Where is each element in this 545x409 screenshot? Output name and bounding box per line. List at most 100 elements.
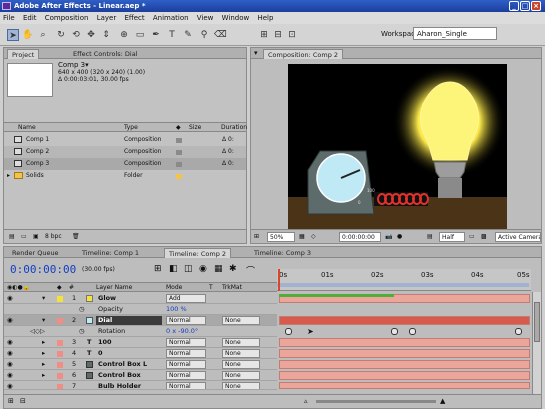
rotate-tool-icon[interactable]: ↻	[55, 29, 67, 41]
eraser-tool-icon[interactable]: ⌫	[214, 29, 227, 41]
label-color-swatch[interactable]	[57, 296, 63, 302]
hide-shy-layers-icon[interactable]: ◉	[199, 264, 207, 274]
project-item-row[interactable]: ▸ Solids Folder	[4, 170, 246, 182]
eye-icon[interactable]: ◉	[7, 381, 13, 389]
twirl-closed-icon[interactable]: ▸	[42, 370, 45, 381]
scrollbar-thumb[interactable]	[534, 302, 540, 342]
new-folder-icon[interactable]: ▭	[21, 230, 27, 243]
layer-duration-bar[interactable]	[279, 316, 530, 325]
zoom-out-icon[interactable]: ▵	[304, 397, 308, 405]
keyframe-icon[interactable]	[285, 328, 292, 335]
resolution-select[interactable]: Half	[439, 232, 465, 242]
track-matte-select[interactable]: None	[222, 371, 260, 380]
property-row-opacity[interactable]: ◷ Opacity 100 %	[4, 304, 277, 315]
layer-name[interactable]: Dial	[96, 316, 162, 325]
blend-mode-select[interactable]: Normal	[166, 382, 206, 389]
snapshot-icon[interactable]: 📷	[385, 230, 392, 243]
tab-timeline-comp-1[interactable]: Timeline: Comp 1	[78, 248, 143, 258]
expand-modes-icon[interactable]: ⊟	[20, 397, 26, 405]
menu-file[interactable]: File	[3, 14, 15, 22]
menu-animation[interactable]: Animation	[153, 14, 189, 22]
pan-behind-icon[interactable]: ⊕	[118, 29, 130, 41]
label-color-swatch[interactable]	[57, 373, 63, 379]
layer-duration-bar[interactable]	[279, 338, 530, 347]
tab-render-queue[interactable]: Render Queue	[8, 248, 63, 258]
track-matte-select[interactable]: None	[222, 382, 260, 389]
zoom-slider[interactable]	[316, 400, 436, 403]
twirl-closed-icon[interactable]: ▸	[42, 348, 45, 359]
layer-row-0[interactable]: ◉ ▸ 4 T 0 Normal None	[4, 348, 277, 359]
current-timecode[interactable]: 0:00:00:00	[10, 263, 76, 276]
twirl-open-icon[interactable]: ▾	[42, 293, 45, 304]
world-axis-icon[interactable]: ⊟	[272, 29, 284, 41]
pen-tool-icon[interactable]: ✒	[150, 29, 162, 41]
expand-triangle-icon[interactable]: ▸	[7, 170, 10, 182]
property-row-rotation[interactable]: ◁◇▷ ◷ Rotation 0 x -90.0°	[4, 326, 277, 337]
tab-timeline-comp-2[interactable]: Timeline: Comp 2	[164, 248, 232, 258]
label-color-swatch[interactable]	[57, 340, 63, 346]
keyframe-nav-icon[interactable]: ◁◇▷	[30, 326, 45, 337]
tab-project[interactable]: Project	[7, 49, 40, 59]
workspace-select[interactable]: Aharon_Single	[413, 27, 497, 40]
label-color-swatch[interactable]	[57, 318, 63, 324]
project-item-row[interactable]: Comp 3 Composition Δ 0:	[4, 158, 246, 170]
layer-row-dial[interactable]: ◉ ▾ 2 Dial Normal None	[4, 315, 277, 326]
live-update-icon[interactable]: ◧	[169, 264, 178, 274]
menu-window[interactable]: Window	[222, 14, 250, 22]
keyframe-icon[interactable]	[409, 328, 416, 335]
zoom-in-icon[interactable]: ▲	[440, 397, 445, 405]
view-axis-icon[interactable]: ⊡	[286, 29, 298, 41]
track-matte-select[interactable]: None	[222, 349, 260, 358]
tab-composition[interactable]: Composition: Comp 2	[263, 49, 344, 59]
menu-composition[interactable]: Composition	[45, 14, 89, 22]
show-channel-icon[interactable]: ●	[397, 230, 402, 243]
col-type[interactable]: Type	[124, 123, 138, 132]
layer-row-100[interactable]: ◉ ▸ 3 T 100 Normal None	[4, 337, 277, 348]
track-z-camera-icon[interactable]: ⇕	[100, 29, 112, 41]
local-axis-icon[interactable]: ⊞	[258, 29, 270, 41]
bpc-label[interactable]: 8 bpc	[45, 230, 62, 243]
layer-row-control-box-l[interactable]: ◉ ▸ 5 Control Box L Normal None	[4, 359, 277, 370]
eye-icon[interactable]: ◉	[7, 337, 13, 348]
label-color-swatch[interactable]	[57, 384, 63, 389]
track-matte-select[interactable]: None	[222, 360, 260, 369]
layer-row-control-box[interactable]: ◉ ▸ 6 Control Box Normal None	[4, 370, 277, 381]
twirl-open-icon[interactable]: ▾	[42, 315, 45, 326]
time-ruler[interactable]: 0s 01s 02s 03s 04s 05s	[277, 269, 531, 291]
layer-name[interactable]: Control Box	[98, 370, 141, 381]
layer-duration-bar[interactable]	[279, 371, 530, 380]
blend-mode-select[interactable]: Normal	[166, 349, 206, 358]
layer-duration-bar[interactable]	[279, 349, 530, 358]
keyframe-icon[interactable]	[515, 328, 522, 335]
transparency-grid-icon[interactable]: ▩	[481, 230, 487, 243]
stopwatch-icon[interactable]: ◷	[79, 304, 85, 315]
col-layer-name[interactable]: Layer Name	[96, 283, 132, 292]
eye-icon[interactable]: ◉	[7, 370, 13, 381]
blend-mode-select[interactable]: Normal	[166, 316, 206, 325]
menu-view[interactable]: View	[197, 14, 214, 22]
layer-name[interactable]: 0	[98, 348, 103, 359]
current-time-indicator[interactable]	[278, 269, 280, 291]
project-item-row[interactable]: Comp 2 Composition Δ 0:	[4, 146, 246, 158]
motion-blur-icon[interactable]: ✱	[229, 264, 237, 274]
expand-layer-switches-icon[interactable]: ⊞	[8, 397, 14, 405]
blend-mode-select[interactable]: Add	[166, 294, 206, 303]
twirl-closed-icon[interactable]: ▸	[42, 359, 45, 370]
layer-name[interactable]: Bulb Holder	[98, 381, 141, 389]
eye-icon[interactable]: ◉	[7, 315, 13, 326]
lock-icon[interactable]: ▾	[254, 49, 258, 57]
track-xy-camera-icon[interactable]: ✥	[85, 29, 97, 41]
col-trkmat[interactable]: TrkMat	[222, 283, 242, 292]
orbit-camera-icon[interactable]: ⟲	[70, 29, 82, 41]
trash-icon[interactable]: 🗑	[72, 230, 80, 243]
mask-view-icon[interactable]: ◇	[311, 230, 316, 243]
layer-row-bulb-holder[interactable]: ◉ 7 Bulb Holder Normal None	[4, 381, 277, 390]
track-matte-select[interactable]: None	[222, 338, 260, 347]
always-preview-icon[interactable]: ⊞	[254, 230, 259, 243]
close-icon[interactable]: ×	[531, 1, 541, 11]
label-color-swatch[interactable]	[57, 362, 63, 368]
layer-name[interactable]: Glow	[98, 293, 116, 304]
composition-viewer[interactable]: 100 0	[288, 64, 507, 230]
eye-icon[interactable]: ◉	[7, 348, 13, 359]
track-matte-select[interactable]: None	[222, 316, 260, 325]
